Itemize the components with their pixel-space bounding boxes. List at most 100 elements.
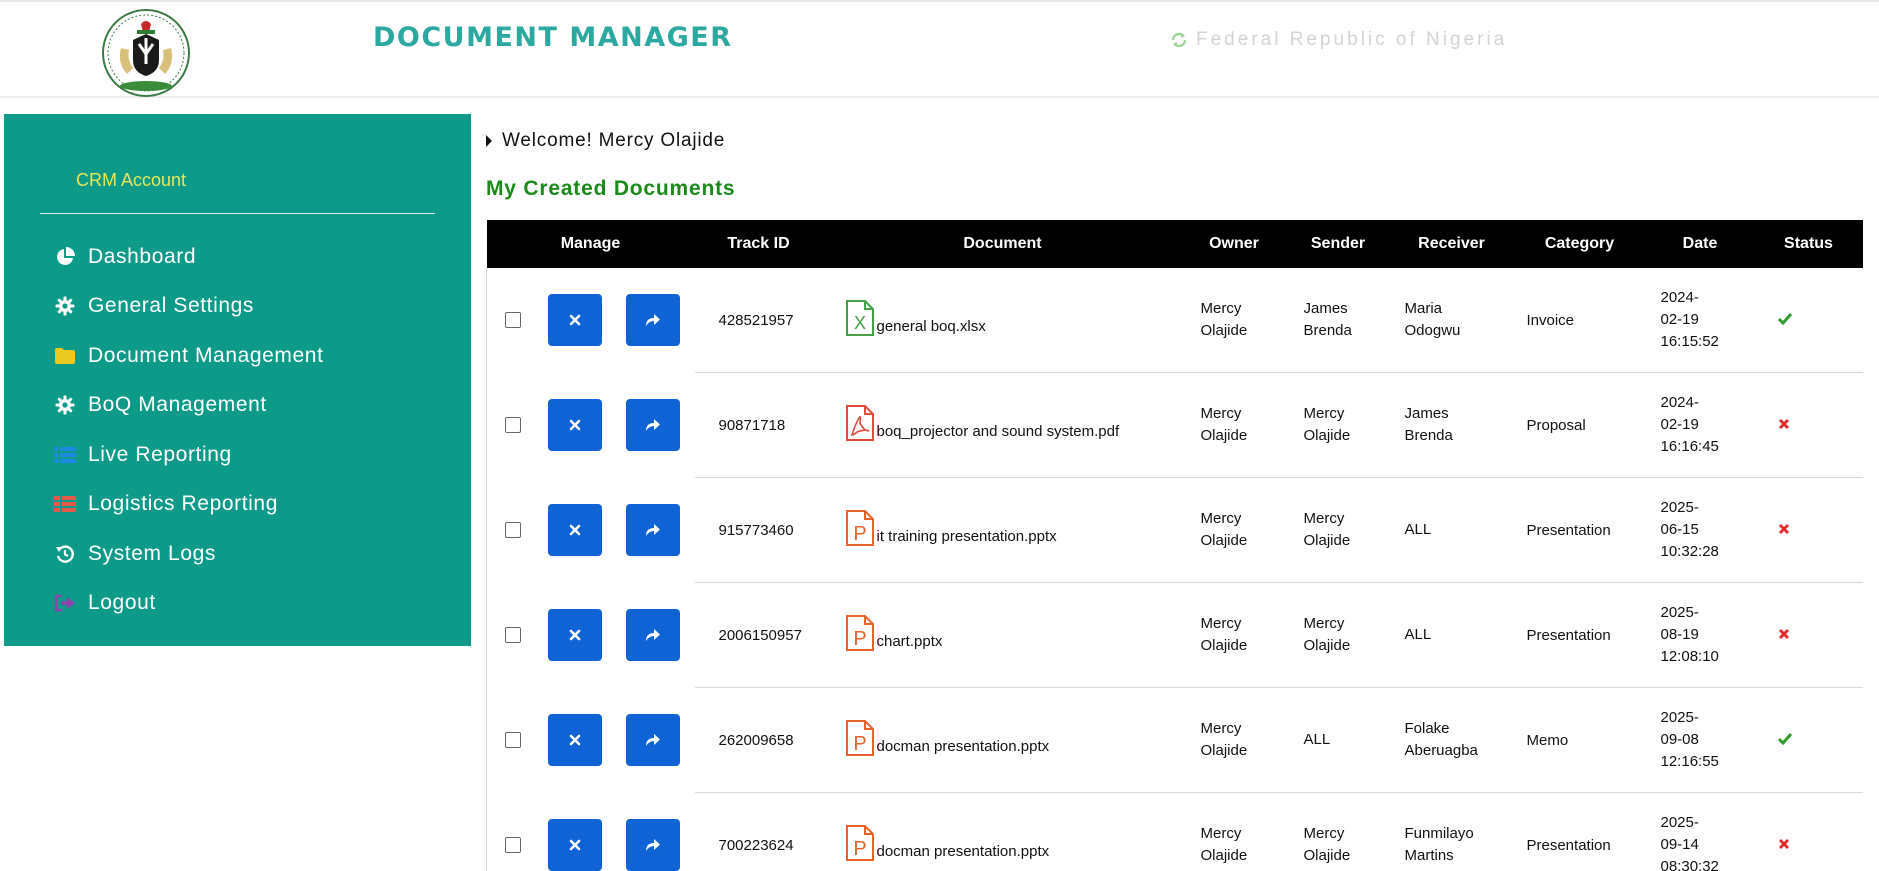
receiver-cell: Maria Odogwu xyxy=(1390,268,1513,373)
svg-text:X: X xyxy=(853,313,865,333)
row-select-checkbox[interactable] xyxy=(505,837,521,853)
coat-of-arms-logo xyxy=(102,9,190,97)
row-select-checkbox[interactable] xyxy=(505,417,521,433)
forward-button[interactable] xyxy=(626,294,680,347)
delete-button[interactable] xyxy=(548,294,602,347)
documents-table-wrapper: Manage Track ID Document Owner Sender Re… xyxy=(486,220,1863,871)
row-select-checkbox[interactable] xyxy=(505,522,521,538)
cross-icon xyxy=(1778,418,1789,429)
column-header: Track ID xyxy=(694,220,823,268)
sidebar-item-boq-management[interactable]: BoQ Management xyxy=(54,388,267,422)
column-header: Receiver xyxy=(1390,220,1513,268)
forward-button[interactable] xyxy=(626,714,680,766)
receiver-cell: ALL xyxy=(1390,477,1513,583)
manage-cell xyxy=(486,372,695,478)
sidebar-item-document-management[interactable]: Document Management xyxy=(54,339,324,373)
svg-text:P: P xyxy=(853,523,866,545)
sidebar-item-live-reporting[interactable]: Live Reporting xyxy=(54,438,232,472)
sidebar-item-general-settings[interactable]: General Settings xyxy=(54,289,254,323)
table-row: 428521957 X general boq.xlsx Mercy Olajid… xyxy=(486,268,1863,373)
delete-button[interactable] xyxy=(548,399,602,451)
category-cell: Presentation xyxy=(1512,792,1647,871)
category-cell: Memo xyxy=(1512,687,1647,793)
table-row: 2006150957 P chart.pptx Mercy Olajide Mer… xyxy=(486,582,1863,688)
document-cell[interactable]: P it training presentation.pptx xyxy=(822,477,1183,583)
document-cell[interactable]: boq_projector and sound system.pdf xyxy=(822,372,1183,478)
document-cell[interactable]: P chart.pptx xyxy=(822,582,1183,688)
sidebar-item-system-logs[interactable]: System Logs xyxy=(54,537,216,571)
check-icon xyxy=(1777,312,1792,325)
file-type-icon: P xyxy=(845,825,875,865)
status-cell xyxy=(1753,372,1863,478)
document-cell[interactable]: P docman presentation.pptx xyxy=(822,792,1183,871)
forward-button[interactable] xyxy=(626,819,680,871)
gear-icon xyxy=(54,394,76,416)
delete-button[interactable] xyxy=(548,714,602,766)
cross-icon xyxy=(1778,838,1789,849)
close-icon xyxy=(569,734,581,746)
country-label: Federal Republic of Nigeria xyxy=(1170,29,1507,51)
forward-button[interactable] xyxy=(626,399,680,451)
powerpoint-file-icon: P xyxy=(845,510,874,546)
status-cell xyxy=(1753,582,1863,688)
table-row: 90871718 boq_projector and sound system.… xyxy=(486,372,1863,478)
sender-cell: Mercy Olajide xyxy=(1285,477,1391,583)
document-name[interactable]: general boq.xlsx xyxy=(877,318,986,335)
share-arrow-icon xyxy=(646,734,660,746)
close-icon xyxy=(569,524,581,536)
document-name[interactable]: chart.pptx xyxy=(877,633,943,650)
sidebar-item-label: BoQ Management xyxy=(88,393,267,416)
close-icon xyxy=(569,314,581,326)
row-select-checkbox[interactable] xyxy=(505,627,521,643)
delete-button[interactable] xyxy=(548,609,602,661)
sidebar-item-logout[interactable]: Logout xyxy=(54,586,156,620)
owner-cell: Mercy Olajide xyxy=(1182,372,1286,478)
forward-button[interactable] xyxy=(626,504,680,556)
delete-button[interactable] xyxy=(548,504,602,556)
forward-button[interactable] xyxy=(626,609,680,661)
sidebar-item-label: Document Management xyxy=(88,344,324,367)
close-icon xyxy=(569,839,581,851)
share-arrow-icon xyxy=(646,629,660,641)
track-id-cell: 90871718 xyxy=(694,372,823,478)
sidebar-item-label: Dashboard xyxy=(88,245,197,268)
close-icon xyxy=(569,629,581,641)
powerpoint-file-icon: P xyxy=(845,825,874,861)
delete-button[interactable] xyxy=(548,819,602,871)
row-select-checkbox[interactable] xyxy=(505,732,521,748)
column-header: Document xyxy=(822,220,1183,268)
svg-text:P: P xyxy=(853,628,866,650)
track-id-cell: 262009658 xyxy=(694,687,823,793)
date-cell: 2024- 02-19 16:16:45 xyxy=(1646,372,1754,478)
track-id-cell: 915773460 xyxy=(694,477,823,583)
row-select-checkbox[interactable] xyxy=(505,312,521,329)
receiver-cell: Funmilayo Martins xyxy=(1390,792,1513,871)
sidebar-item-dashboard[interactable]: Dashboard xyxy=(54,240,196,274)
share-arrow-icon xyxy=(646,419,660,431)
sidebar-item-label: System Logs xyxy=(88,542,216,565)
svg-text:P: P xyxy=(853,733,866,755)
owner-cell: Mercy Olajide xyxy=(1182,477,1286,583)
sender-cell: Mercy Olajide xyxy=(1285,792,1391,871)
sidebar-item-label: General Settings xyxy=(88,294,255,317)
document-name[interactable]: it training presentation.pptx xyxy=(877,528,1057,545)
document-name[interactable]: boq_projector and sound system.pdf xyxy=(877,423,1120,440)
document-name[interactable]: docman presentation.pptx xyxy=(877,843,1050,860)
receiver-cell: James Brenda xyxy=(1390,372,1513,478)
folder-icon xyxy=(54,345,76,367)
document-cell[interactable]: X general boq.xlsx xyxy=(822,268,1183,373)
track-id-cell: 2006150957 xyxy=(694,582,823,688)
document-cell[interactable]: P docman presentation.pptx xyxy=(822,687,1183,793)
app-title: DOCUMENT MANAGER xyxy=(373,22,733,53)
sender-cell: ALL xyxy=(1285,687,1391,793)
column-header: Owner xyxy=(1182,220,1286,268)
svg-text:P: P xyxy=(853,838,866,860)
document-name[interactable]: docman presentation.pptx xyxy=(877,738,1050,755)
sidebar-item-logistics-reporting[interactable]: Logistics Reporting xyxy=(54,487,278,521)
manage-cell xyxy=(486,582,695,688)
file-type-icon: X xyxy=(845,300,875,340)
check-icon xyxy=(1777,732,1792,745)
gear-icon xyxy=(54,295,76,317)
sidebar-divider xyxy=(40,213,435,214)
top-header: DOCUMENT MANAGER Federal Republic of Nig… xyxy=(0,0,1879,98)
